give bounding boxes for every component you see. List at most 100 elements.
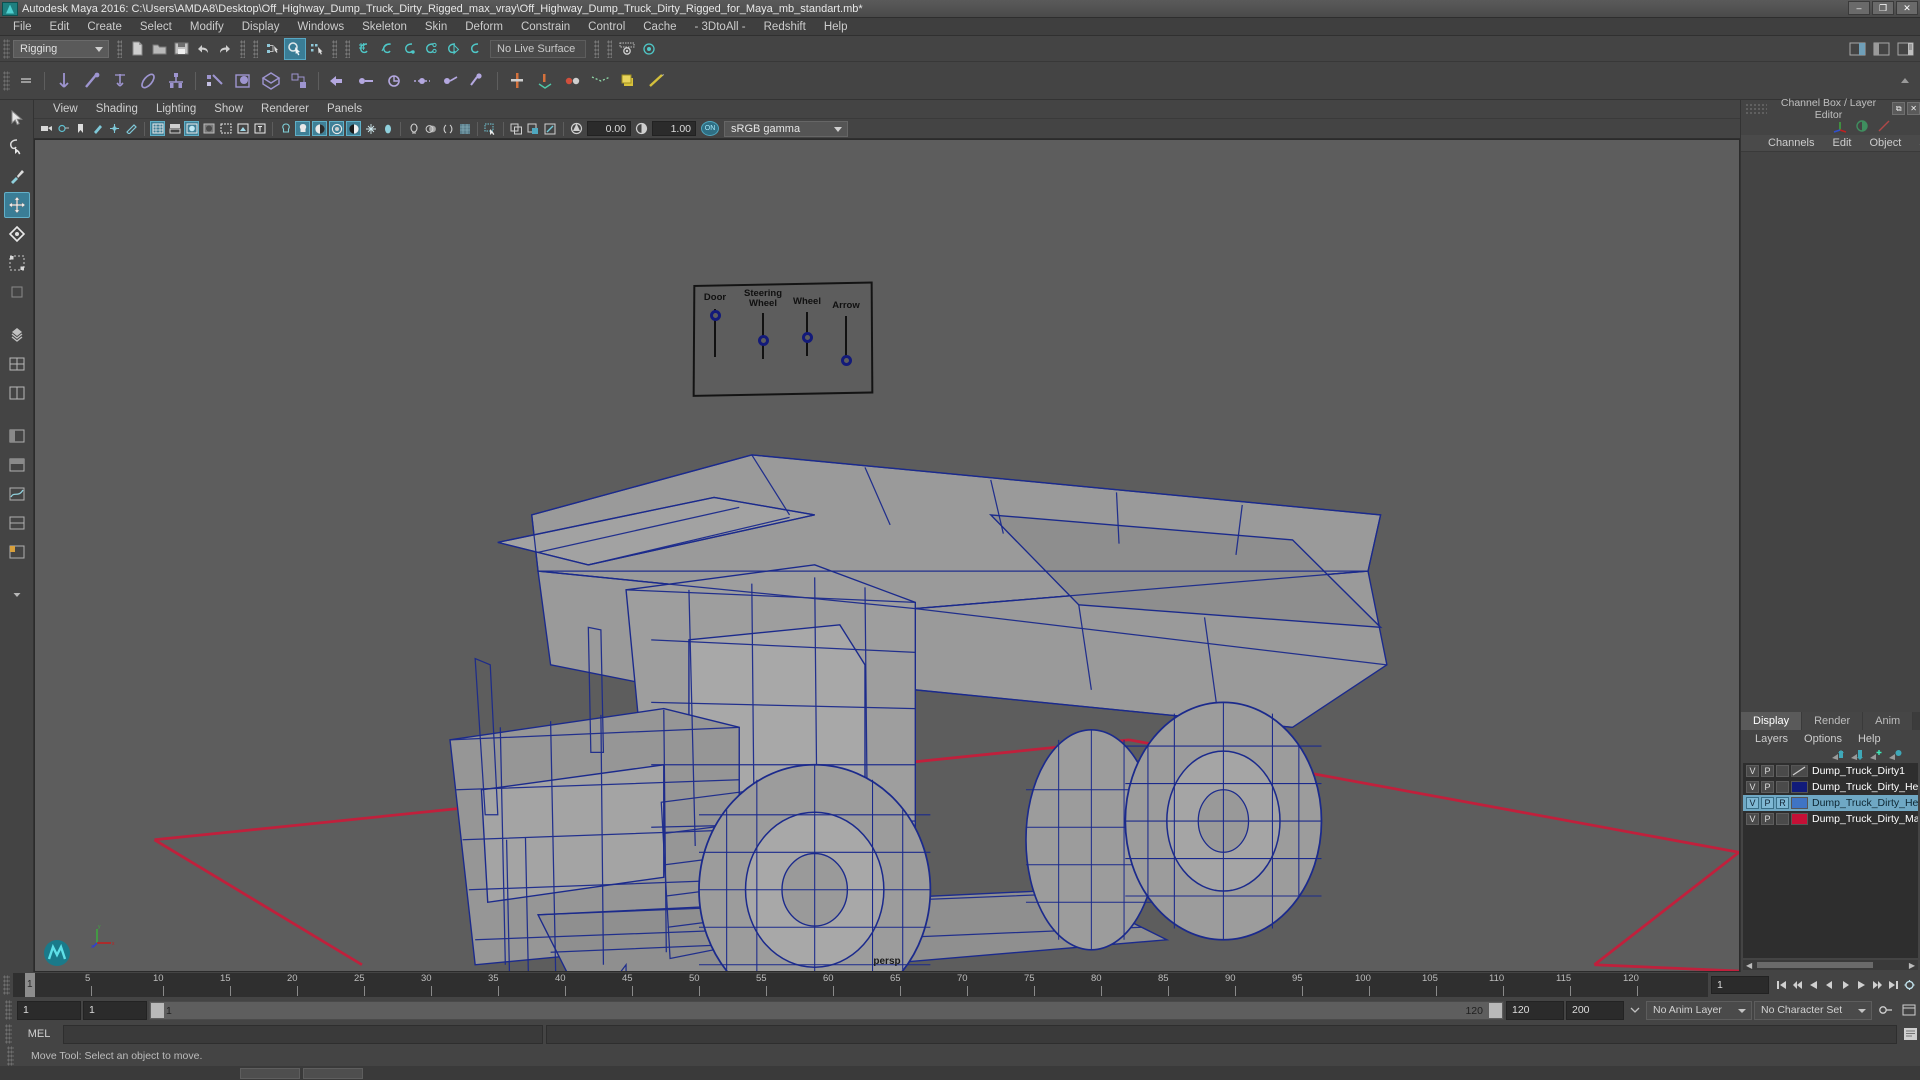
close-button[interactable]: ✕ [1896, 1, 1918, 15]
paint-select-tool[interactable] [4, 163, 30, 189]
render-view-icon[interactable] [616, 38, 638, 60]
move-layer-up-icon[interactable] [1831, 749, 1845, 761]
save-scene-icon[interactable] [170, 38, 192, 60]
cb-menu-channels[interactable]: Channels [1759, 137, 1823, 149]
snap-point-icon[interactable] [398, 38, 420, 60]
bind-skin-icon[interactable] [134, 67, 162, 95]
grease-pencil-icon[interactable] [124, 121, 139, 136]
animation-preferences-icon[interactable] [1902, 977, 1917, 993]
command-input[interactable] [63, 1024, 543, 1044]
layer-playback-toggle[interactable]: P [1761, 797, 1774, 809]
hypershade-layout[interactable] [4, 452, 30, 478]
color-management-toggle[interactable]: ON [701, 121, 719, 136]
layer-playback-toggle[interactable]: P [1761, 765, 1774, 777]
character-set-combo[interactable]: No Character Set [1754, 1000, 1872, 1020]
slider-door-knob[interactable] [709, 309, 721, 321]
new-layer-from-selected-icon[interactable] [1888, 749, 1902, 761]
playback-end-field[interactable]: 200 [1566, 1000, 1624, 1020]
ik-handle-icon[interactable] [78, 67, 106, 95]
rig-control-panel[interactable]: Door Steering Wheel Wheel Arrow [692, 281, 874, 397]
menu-select[interactable]: Select [131, 18, 181, 36]
wrap-deform-icon[interactable] [285, 67, 313, 95]
slider-steering-knob[interactable] [757, 335, 769, 347]
command-line-grip[interactable] [5, 1024, 12, 1044]
attribute-editor-toggle-icon[interactable] [1846, 38, 1868, 60]
vp-menu-panels[interactable]: Panels [318, 103, 371, 115]
exposure-grid-icon[interactable] [457, 121, 472, 136]
move-layer-down-icon[interactable] [1850, 749, 1864, 761]
orient-constraint-icon[interactable] [380, 67, 408, 95]
animation-start-field[interactable]: 1 [83, 1000, 147, 1020]
layer-color-swatch[interactable] [1791, 813, 1808, 825]
layer-color-swatch[interactable] [1791, 781, 1808, 793]
taskbar-item[interactable] [240, 1067, 300, 1079]
new-scene-icon[interactable] [126, 38, 148, 60]
vp-menu-shading[interactable]: Shading [87, 103, 147, 115]
cb-menu-object[interactable]: Object [1860, 137, 1910, 149]
last-tool-used[interactable] [4, 279, 30, 305]
select-tool[interactable] [4, 105, 30, 131]
axis-tripod-icon[interactable] [1832, 119, 1848, 133]
shelf-grip[interactable] [3, 70, 10, 91]
layer-visibility-toggle[interactable]: V [1746, 813, 1759, 825]
menu-constrain[interactable]: Constrain [512, 18, 579, 36]
menu-help[interactable]: Help [815, 18, 857, 36]
snap-grid-icon[interactable] [354, 38, 376, 60]
two-d-pan-zoom-icon[interactable] [107, 121, 122, 136]
xray-icon[interactable] [423, 121, 438, 136]
snap-view-plane-icon[interactable] [442, 38, 464, 60]
use-default-lighting-icon[interactable] [278, 121, 293, 136]
shade-selected-icon[interactable] [184, 121, 199, 136]
play-forwards-icon[interactable] [1838, 977, 1853, 993]
shelf-scroll-up-icon[interactable] [1894, 70, 1916, 92]
marquee-select-icon[interactable] [483, 121, 498, 136]
layer-row-2[interactable]: V P R Dump_Truck_Dirty_Hel [1743, 795, 1918, 811]
pole-vector-icon[interactable] [464, 67, 492, 95]
human-ik-icon[interactable] [531, 67, 559, 95]
animation-end-field[interactable]: 120 [1506, 1000, 1564, 1020]
ik-spline-icon[interactable] [106, 67, 134, 95]
script-editor-icon[interactable] [1900, 1026, 1920, 1042]
wireframe-on-shaded-icon[interactable] [201, 121, 216, 136]
menu-file[interactable]: File [4, 18, 41, 36]
channel-box-toggle-icon[interactable] [1894, 38, 1916, 60]
tab-display[interactable]: Display [1741, 712, 1803, 730]
ipr-render-icon[interactable] [638, 38, 660, 60]
auto-key-icon[interactable] [1874, 1002, 1896, 1018]
select-component-icon[interactable] [306, 38, 328, 60]
select-object-icon[interactable] [284, 37, 306, 60]
paint-weights-icon[interactable] [201, 67, 229, 95]
rotate-tool[interactable] [4, 221, 30, 247]
redo-icon[interactable] [214, 38, 236, 60]
le-menu-help[interactable]: Help [1850, 733, 1889, 745]
range-chevron-icon[interactable] [1626, 1002, 1644, 1018]
layer-row-1[interactable]: V P Dump_Truck_Dirty_Hel [1743, 779, 1918, 795]
toolbar-grip[interactable] [3, 38, 10, 59]
image-plane-icon[interactable] [90, 121, 105, 136]
text-display-icon[interactable] [252, 121, 267, 136]
smooth-shade-all-icon[interactable] [167, 121, 182, 136]
gamma-icon[interactable] [634, 121, 649, 136]
cb-menu-show[interactable]: Show [1910, 137, 1920, 149]
outliner-persp-layout[interactable] [4, 423, 30, 449]
single-persp-layout[interactable] [4, 351, 30, 377]
menu-display[interactable]: Display [233, 18, 289, 36]
command-language-label[interactable]: MEL [18, 1028, 60, 1040]
range-left-handle[interactable] [151, 1002, 164, 1018]
range-right-handle[interactable] [1489, 1002, 1502, 1018]
more-layouts-button[interactable] [4, 582, 30, 608]
panel-grip[interactable] [1745, 102, 1767, 115]
gamma-field[interactable]: 1.00 [652, 121, 696, 136]
layer-display-type-toggle[interactable] [1776, 813, 1789, 825]
viewport-3d[interactable]: Door Steering Wheel Wheel Arrow persp y … [34, 139, 1740, 972]
layer-list-scrollbar[interactable]: ◀ ▶ [1743, 960, 1918, 970]
menu-cache[interactable]: Cache [634, 18, 685, 36]
menu-control[interactable]: Control [579, 18, 634, 36]
minimize-button[interactable]: – [1848, 1, 1870, 15]
cb-menu-edit[interactable]: Edit [1823, 137, 1860, 149]
command-output[interactable] [546, 1024, 1897, 1044]
quick-rig-icon[interactable] [503, 67, 531, 95]
menu-3dtoall[interactable]: - 3DtoAll - [686, 18, 755, 36]
help-line-grip[interactable] [7, 1046, 14, 1066]
point-constraint-icon[interactable] [352, 67, 380, 95]
